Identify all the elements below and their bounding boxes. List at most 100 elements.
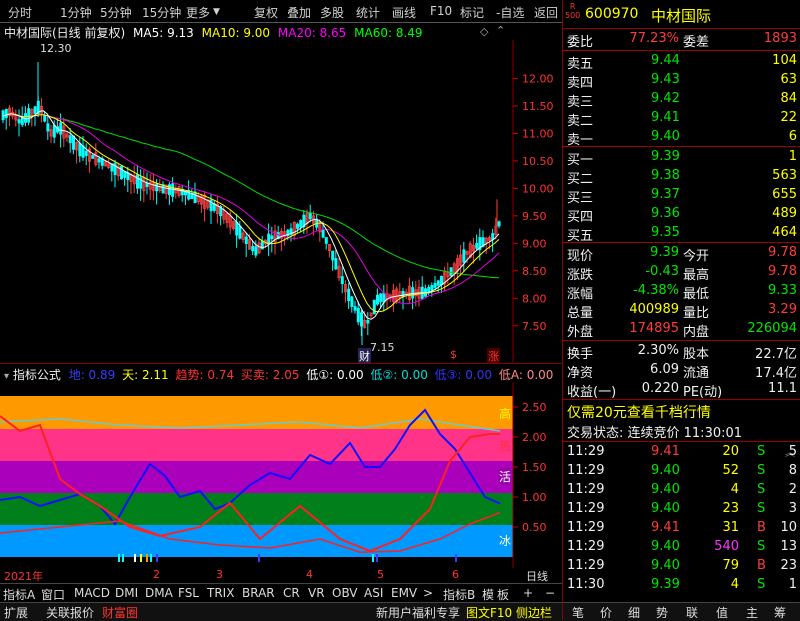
candle-body (254, 246, 258, 256)
month-6: 6 (452, 568, 459, 581)
fund-value: 22.7亿 (755, 347, 797, 362)
tab-dmi[interactable]: DMI (115, 586, 138, 600)
toolbar-more[interactable]: 更多 (186, 4, 210, 21)
toolbar-fenshi[interactable]: 分时 (8, 4, 32, 21)
stat-label: 现价 (567, 249, 594, 264)
toolbar-duogu[interactable]: 多股 (320, 4, 344, 21)
marker-dollar[interactable]: $ (450, 348, 457, 361)
candle-body (475, 242, 479, 249)
candle-body (27, 108, 31, 123)
toolbar-tongji[interactable]: 统计 (356, 4, 380, 21)
candle-body (366, 319, 370, 324)
weibi-row: 委比 77.23% 委差 1893 (563, 30, 800, 50)
tick-price: 9.41 (651, 444, 680, 459)
ma20-label: MA20: 8.65 (277, 26, 347, 40)
tab-dma[interactable]: DMA (145, 586, 173, 600)
toolbar-5min[interactable]: 5分钟 (100, 4, 132, 21)
fund-label: 收益(一) (567, 385, 617, 400)
candle-body (4, 108, 8, 119)
ind-tick-label: 1.50 (522, 461, 547, 474)
tick-side: S (757, 501, 766, 516)
toolbar-fuquan[interactable]: 复权 (254, 4, 278, 21)
tab-vr[interactable]: VR (308, 586, 325, 600)
toolbar-back[interactable]: 返回 (534, 4, 558, 21)
signal-bar (140, 554, 142, 562)
status-wealth-circle[interactable]: 财富圈 (102, 604, 138, 621)
ind-qushi: 趋势: 0.74 (175, 368, 235, 382)
tab-trix[interactable]: TRIX (207, 586, 234, 600)
indicator-tabs: 指标A 窗口 MACD DMI DMA FSL TRIX BRAR CR VR … (0, 583, 562, 602)
expand-icon[interactable]: ⌃ (496, 24, 505, 37)
stat-row: 涨幅 -4.38% 最低 9.33 (563, 282, 800, 302)
tick-row: 11:29 9.40 4 S 2 (563, 481, 800, 500)
tab-obv[interactable]: OBV (332, 586, 358, 600)
period-label[interactable]: 日线 (526, 568, 548, 584)
marker-cai[interactable]: 财 (358, 348, 371, 364)
candle-body (308, 212, 312, 220)
signal-bar (134, 554, 136, 562)
ask-row: 卖一 9.40 6 (563, 128, 800, 148)
price-tick-label: 7.50 (522, 320, 547, 333)
tab-window[interactable]: 窗口 (41, 586, 65, 603)
tab-asi[interactable]: ASI (364, 586, 383, 600)
price-tick-label: 11.00 (522, 127, 554, 140)
tick-volume: 4 (730, 577, 739, 592)
stat-label: 涨幅 (567, 287, 594, 302)
ask-volume: 6 (788, 129, 797, 144)
tick-time: 11:29 (567, 482, 605, 497)
tick-time: 11:29 (567, 558, 605, 573)
tab-emv[interactable]: EMV (391, 586, 417, 600)
trade-status-row: 交易状态: 连续竞价 11:30:01 (563, 421, 800, 441)
ask-price: 9.43 (651, 72, 680, 87)
candle-body (167, 184, 171, 196)
tab-zhibiao-b[interactable]: 指标B (443, 586, 475, 603)
toolbar-diejia[interactable]: 叠加 (287, 4, 311, 21)
bid-label: 买二 (567, 172, 594, 187)
status-sidebar[interactable]: 侧边栏 (516, 604, 552, 621)
toolbar-15min[interactable]: 15分钟 (142, 4, 181, 21)
toolbar-zixuan[interactable]: -自选 (496, 4, 524, 21)
fund-value: 0.220 (641, 381, 679, 396)
tab-zhibiao-a[interactable]: 指标A (3, 586, 35, 603)
add-pane-button[interactable]: + (523, 586, 533, 600)
ask-row: 卖三 9.42 84 (563, 90, 800, 110)
toolbar-1min[interactable]: 1分钟 (60, 4, 92, 21)
tab-more-arrow[interactable]: > (423, 586, 433, 600)
tab-mo[interactable]: 模 (482, 586, 494, 603)
tab-cr[interactable]: CR (283, 586, 300, 600)
price-tick-label: 12.00 (522, 72, 554, 85)
ask-row: 卖五 9.44 104 (563, 52, 800, 72)
status-promo[interactable]: 新用户福利专享 (376, 604, 460, 621)
toolbar-f10[interactable]: F10 (430, 4, 452, 18)
ask-label: 卖四 (567, 76, 594, 91)
marker-zhang[interactable]: 涨 (487, 348, 500, 364)
level2-promo[interactable]: 仅需20元查看千档行情 (567, 402, 711, 422)
stat-value: 400989 (629, 302, 679, 317)
bid-price: 9.37 (651, 187, 680, 202)
indicator-chart[interactable]: 2.50 2.00 1.50 1.00 0.50 (0, 382, 562, 568)
candlestick-chart[interactable]: 12.00 11.50 11.00 10.50 10.00 9.50 9.00 8.50 8.0… (0, 40, 562, 362)
promo-row[interactable]: 仅需20元查看千档行情 (563, 401, 800, 422)
tab-brar[interactable]: BRAR (242, 586, 275, 600)
bid-volume: 563 (772, 168, 797, 183)
tick-time: 11:29 (567, 501, 605, 516)
status-f10[interactable]: 图文F10 (466, 604, 512, 621)
toolbar-huaxian[interactable]: 画线 (392, 4, 416, 21)
indicator-collapse-icon[interactable]: ▾ (4, 371, 9, 382)
tick-row: 11:29 9.41 20 S 5 (563, 443, 800, 462)
status-related-quote[interactable]: 关联报价 (46, 604, 94, 621)
toolbar-biaoji[interactable]: 标记 (460, 4, 484, 21)
chevron-down-icon[interactable]: ▼ (213, 7, 220, 17)
tab-ban[interactable]: 板 (497, 586, 509, 603)
stat-label: 今开 (683, 249, 710, 264)
collapse-icon[interactable]: ◇ (480, 25, 488, 38)
indicator-name[interactable]: 指标公式 (13, 368, 61, 382)
fund-label: 流通 (683, 366, 710, 381)
ind-di3: 低③: 0.00 (434, 368, 493, 382)
status-expand[interactable]: 扩展 (4, 604, 28, 621)
tab-fsl[interactable]: FSL (178, 586, 199, 600)
tab-macd[interactable]: MACD (74, 586, 110, 600)
divider (563, 340, 800, 341)
remove-pane-button[interactable]: − (545, 586, 555, 600)
stat-value: -4.38% (633, 283, 679, 298)
